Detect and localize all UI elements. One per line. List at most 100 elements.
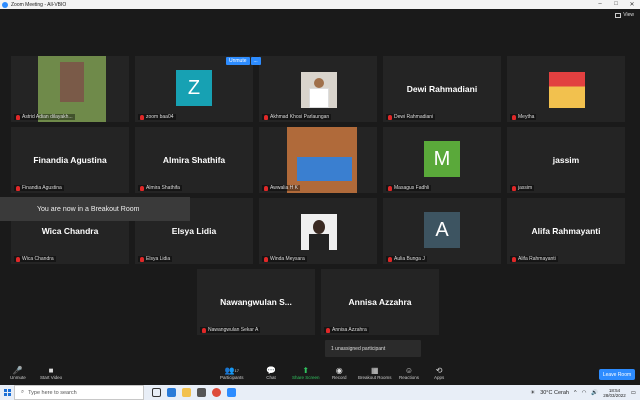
participant-tile-finandia[interactable]: Finandia Agustina Finandia Agustina — [10, 126, 130, 194]
participant-tile-jassim[interactable]: jassim jassim — [506, 126, 626, 194]
muted-mic-icon — [388, 114, 392, 120]
weather-icon: ☀ — [530, 389, 536, 396]
file-explorer-icon[interactable] — [182, 388, 191, 397]
muted-mic-icon — [264, 114, 268, 120]
search-icon: ⌕ — [21, 389, 25, 395]
participant-name-label: Masagus Fadhli — [394, 185, 430, 191]
participant-name-label: Awwalia H K — [270, 185, 298, 191]
participant-tile-akhmad[interactable]: Akhmad Khosi Parlaungan — [258, 55, 378, 123]
participant-display-name: jassim — [552, 155, 580, 165]
apps-icon: ⟲ — [435, 366, 443, 375]
participant-name-caption: Almira Shathifa — [138, 185, 182, 191]
participant-avatar: Z — [176, 70, 212, 106]
participant-name-caption: Awwalia H K — [262, 185, 300, 191]
more-options-button[interactable]: ... — [250, 57, 261, 65]
record-label: Record — [332, 375, 347, 380]
muted-mic-icon: 🎤 — [12, 366, 23, 375]
participant-tile-winda[interactable]: Winda Meysara — [258, 197, 378, 265]
participant-tile-almira[interactable]: Almira Shathifa Almira Shathifa — [134, 126, 254, 194]
participant-tile-aulia[interactable]: A Aulia Bunga J — [382, 197, 502, 265]
share-screen-button[interactable]: ⬆ Share Screen — [292, 366, 320, 380]
apps-button[interactable]: ⟲ Apps — [434, 366, 444, 380]
participant-name-label: jassim — [518, 185, 533, 191]
start-video-button[interactable]: ■ Start Video — [40, 366, 62, 380]
participant-name-label: Alifa Rahmayanti — [518, 256, 556, 262]
participants-count: 17 — [234, 368, 239, 373]
participant-name-label: Nawangwulan Sekar A — [208, 327, 259, 333]
leave-room-button[interactable]: Leave Room — [599, 369, 635, 380]
participant-name-label: Akhmad Khosi Parlaungan — [270, 114, 330, 120]
participant-tile-masagus[interactable]: M Masagus Fadhli — [382, 126, 502, 194]
volume-icon[interactable]: 🔊 — [591, 390, 598, 396]
participant-name-caption: Finandia Agustina — [14, 185, 64, 191]
reactions-button[interactable]: ☺ Reactions — [399, 366, 419, 380]
muted-mic-icon — [512, 185, 516, 191]
participant-name-label: Almira Shathifa — [146, 185, 180, 191]
participant-name-caption: Meytha — [510, 114, 537, 120]
muted-mic-icon — [512, 256, 516, 262]
participants-button[interactable]: 👥 17 Participants — [220, 366, 244, 380]
unassigned-participant-popup: 1 unassigned participant — [325, 340, 421, 357]
muted-mic-icon — [140, 185, 144, 191]
muted-mic-icon — [16, 114, 20, 120]
chat-button[interactable]: 💬 Chat — [266, 366, 276, 380]
participant-video-image — [549, 72, 585, 108]
record-button[interactable]: ◉ Record — [332, 366, 347, 380]
share-screen-icon: ⬆ — [302, 366, 310, 375]
unmute-button[interactable]: 🎤 Unmute — [10, 366, 26, 380]
task-view-icon[interactable] — [152, 388, 161, 397]
breakout-rooms-button[interactable]: ▦ Breakout Rooms — [358, 366, 392, 380]
participant-name-caption: Annisa Azzahra — [324, 327, 369, 333]
participant-display-name: Annisa Azzahra — [348, 297, 412, 307]
participant-video-image — [38, 56, 106, 122]
participant-avatar: A — [424, 212, 460, 248]
participant-display-name: Nawangwulan S... — [220, 297, 292, 307]
tray-chevron-icon[interactable]: ^ — [574, 390, 577, 396]
system-tray: ☀ 30°C Cerah ^ ◠ 🔊 18:54 28/03/2022 ▭ — [530, 388, 640, 398]
participant-name-label: Finandia Agustina — [22, 185, 62, 191]
participant-display-name: Finandia Agustina — [33, 155, 107, 165]
participant-tile-nawang[interactable]: Nawangwulan S... Nawangwulan Sekar A — [196, 268, 316, 336]
participant-name-caption: Wica Chandra — [14, 256, 56, 262]
store-icon[interactable] — [197, 388, 206, 397]
network-icon[interactable]: ◠ — [582, 390, 587, 396]
notifications-icon[interactable]: ▭ — [631, 390, 636, 396]
video-off-icon: ■ — [48, 366, 54, 375]
participant-tile-zoom[interactable]: Zzoom baa04 — [134, 55, 254, 123]
edge-icon[interactable] — [167, 388, 176, 397]
participant-display-name: Almira Shathifa — [162, 155, 226, 165]
participant-name-label: Elsya Lidia — [146, 256, 171, 262]
muted-mic-icon — [16, 256, 20, 262]
chat-label: Chat — [266, 375, 276, 380]
participant-name-caption: Dewi Rahmadiani — [386, 114, 436, 120]
muted-mic-icon — [326, 327, 330, 333]
participant-tile-astrid[interactable]: Astrid Adian dilayakh... — [10, 55, 130, 123]
participant-name-label: zoom baa04 — [146, 114, 174, 120]
participant-tile-dewi[interactable]: Dewi Rahmadiani Dewi Rahmadiani — [382, 55, 502, 123]
chrome-icon[interactable] — [212, 388, 221, 397]
participant-display-name: Elsya Lidia — [171, 226, 217, 236]
participant-name-caption: Elsya Lidia — [138, 256, 173, 262]
participant-name-label: Aulia Bunga J — [394, 256, 425, 262]
participant-tile-meytha[interactable]: Meytha — [506, 55, 626, 123]
muted-mic-icon — [264, 185, 268, 191]
participant-name-label: Wica Chandra — [22, 256, 54, 262]
start-button[interactable] — [0, 385, 14, 400]
chat-icon: 💬 — [266, 366, 276, 375]
muted-mic-icon — [140, 256, 144, 262]
unmute-overlay[interactable]: Unmute ... — [226, 57, 262, 65]
person-body-image — [309, 234, 329, 250]
taskbar-search[interactable]: ⌕ Type here to search — [14, 385, 144, 400]
clock[interactable]: 18:54 28/03/2022 — [603, 388, 626, 398]
laptop-screen-image — [297, 157, 352, 181]
unmute-overlay-button[interactable]: Unmute — [226, 57, 250, 65]
participant-name-caption: Nawangwulan Sekar A — [200, 327, 261, 333]
participant-name-label: Astrid Adian dilayakh... — [22, 114, 73, 120]
participant-name-caption: jassim — [510, 185, 535, 191]
participant-tile-alifa[interactable]: Alifa Rahmayanti Alifa Rahmayanti — [506, 197, 626, 265]
zoom-taskbar-icon[interactable] — [227, 388, 236, 397]
participant-tile-annisa[interactable]: Annisa Azzahra Annisa Azzahra — [320, 268, 440, 336]
unmute-label: Unmute — [10, 375, 26, 380]
participant-tile-awwalia[interactable]: Awwalia H K — [258, 126, 378, 194]
participant-display-name: Dewi Rahmadiani — [406, 84, 478, 94]
